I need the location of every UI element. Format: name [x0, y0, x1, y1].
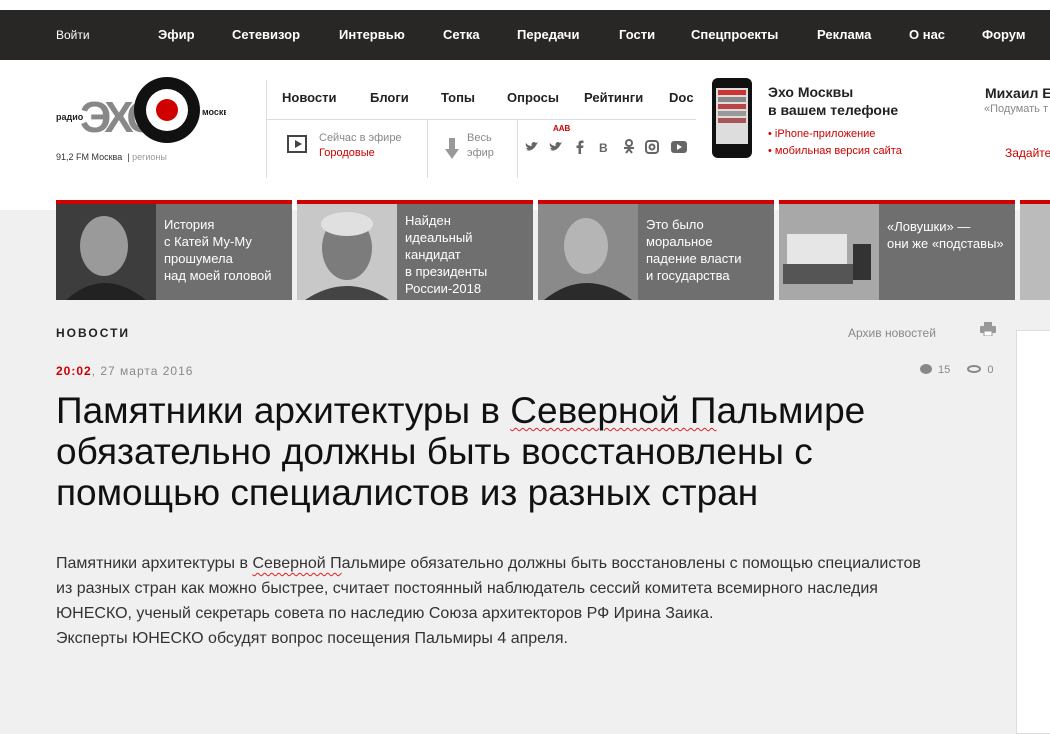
site-header: радио ЭХО москвы 91,2 FM Москва | регион… — [0, 60, 1050, 210]
news-archive-link[interactable]: Архив новостей — [848, 326, 936, 340]
now-on-air-show[interactable]: Городовые — [319, 147, 375, 159]
mobile-title-line1: Эхо Москвы — [768, 84, 854, 100]
mobile-promo-title: Эхо Москвы в вашем телефоне — [768, 83, 898, 119]
article-stats: 15 0 — [920, 364, 993, 376]
echo-moskvy-logo[interactable]: радио ЭХО москвы — [56, 74, 226, 148]
rubric-tops[interactable]: Топы — [441, 80, 475, 116]
nav-guests[interactable]: Гости — [619, 10, 655, 60]
promo-card[interactable]: «Ловушки» — они же «подставы» — [779, 200, 1015, 300]
guest-name[interactable]: Михаил Е — [985, 85, 1050, 101]
youtube-icon[interactable] — [671, 141, 687, 153]
twitter-aav-icon[interactable] — [549, 140, 563, 154]
promo-text: История с Катей Му-Му прошумела над моей го… — [164, 217, 272, 283]
mobile-title-line2: в вашем телефоне — [768, 102, 899, 118]
nav-interviews[interactable]: Интервью — [339, 10, 405, 60]
article-paragraph: Эксперты ЮНЕСКО обсудят вопрос посещения… — [56, 630, 568, 647]
rubric-ratings[interactable]: Рейтинги — [584, 80, 643, 116]
nav-setka[interactable]: Сетка — [443, 10, 480, 60]
regions-link[interactable]: регионы — [132, 152, 167, 162]
mobile-links: iPhone-приложение мобильная версия сайта — [768, 126, 902, 160]
all-air-link[interactable]: Весь эфир — [445, 132, 515, 168]
spellcheck-underline: Северной П — [510, 390, 717, 431]
promo-card-partial[interactable] — [1020, 200, 1050, 300]
print-icon[interactable] — [980, 322, 996, 336]
nav-programs[interactable]: Передачи — [517, 10, 579, 60]
promo-card[interactable]: Это было моральное падение власти и государ… — [538, 200, 774, 300]
frequency-text: 91,2 FM Москва — [56, 152, 123, 162]
twitter-icon[interactable] — [525, 140, 539, 154]
comments-icon[interactable] — [920, 364, 932, 374]
rubric-doc[interactable]: Doc — [669, 80, 694, 116]
aav-label: ААВ — [553, 124, 571, 133]
promo-text: Это было моральное падение власти и государ… — [646, 217, 742, 283]
article-date: , 27 марта 2016 — [91, 364, 194, 378]
article-title: Памятники архитектуры в Северной Пальмир… — [56, 390, 866, 513]
nav-advertising[interactable]: Реклама — [817, 10, 871, 60]
instagram-icon[interactable] — [645, 140, 659, 154]
promo-card[interactable]: История с Катей Му-Му прошумела над моей го… — [56, 200, 292, 300]
promo-text: «Ловушки» — они же «подставы» — [887, 219, 1004, 251]
rubric-blogs[interactable]: Блоги — [370, 80, 409, 116]
iphone-app-link[interactable]: iPhone-приложение — [768, 126, 902, 143]
mobile-site-link[interactable]: мобильная версия сайта — [768, 143, 902, 160]
phone-image — [712, 78, 752, 158]
guest-program: «Подумать т — [984, 103, 1048, 115]
rubric-polls[interactable]: Опросы — [507, 80, 559, 116]
section-title[interactable]: НОВОСТИ — [56, 326, 130, 340]
now-on-air-label: Сейчас в эфире — [319, 132, 402, 144]
promo-photo — [56, 204, 156, 300]
divider — [517, 120, 518, 178]
vk-icon[interactable]: В — [599, 141, 611, 153]
article-datetime: 20:02, 27 марта 2016 — [56, 364, 193, 378]
ask-question-link[interactable]: Задайте — [1005, 146, 1050, 160]
article-time: 20:02 — [56, 364, 92, 378]
odnoklassniki-icon[interactable] — [623, 139, 635, 154]
all-air-line1: Весь — [467, 132, 492, 144]
nav-specprojects[interactable]: Спецпроекты — [691, 10, 778, 60]
all-air-line2: эфир — [467, 147, 494, 159]
views-icon — [967, 365, 982, 373]
play-icon[interactable] — [287, 135, 307, 153]
logo-subtitle: 91,2 FM Москва | регионы — [56, 152, 167, 162]
sidebar-panel — [1016, 330, 1050, 734]
rubric-news[interactable]: Новости — [282, 80, 337, 116]
now-on-air[interactable]: Сейчас в эфире Городовые — [287, 132, 427, 164]
promo-photo — [297, 204, 397, 300]
svg-text:В: В — [599, 141, 608, 153]
promo-card[interactable]: Найден идеальный кандидат в президенты Росси… — [297, 200, 533, 300]
nav-setevizor[interactable]: Сетевизор — [232, 10, 300, 60]
comments-count[interactable]: 15 — [938, 364, 950, 376]
svg-text:москвы: москвы — [202, 107, 226, 117]
promo-photo — [538, 204, 638, 300]
facebook-icon[interactable] — [575, 140, 585, 154]
rubrics-panel: Новости Блоги Топы Опросы Рейтинги Doc С… — [266, 80, 696, 178]
divider — [427, 120, 428, 178]
rubrics-menu: Новости Блоги Топы Опросы Рейтинги Doc — [267, 80, 696, 120]
article-body: Памятники архитектуры в Северной Пальмир… — [56, 551, 936, 651]
promo-photo — [779, 204, 879, 300]
nav-forum[interactable]: Форум — [982, 10, 1025, 60]
login-link[interactable]: Войти — [56, 10, 90, 60]
views-count: 0 — [987, 364, 994, 376]
top-strip — [0, 0, 1050, 10]
download-arrow-icon — [445, 138, 459, 159]
nav-about[interactable]: О нас — [909, 10, 945, 60]
nav-efir[interactable]: Эфир — [158, 10, 195, 60]
spellcheck-underline: Северной П — [252, 555, 342, 572]
article-paragraph: Памятники архитектуры в Северной Пальмир… — [56, 555, 921, 622]
top-navigation: Войти Эфир Сетевизор Интервью Сетка Пере… — [0, 10, 1050, 60]
promo-text: Найден идеальный кандидат в президенты Росси… — [405, 213, 488, 296]
